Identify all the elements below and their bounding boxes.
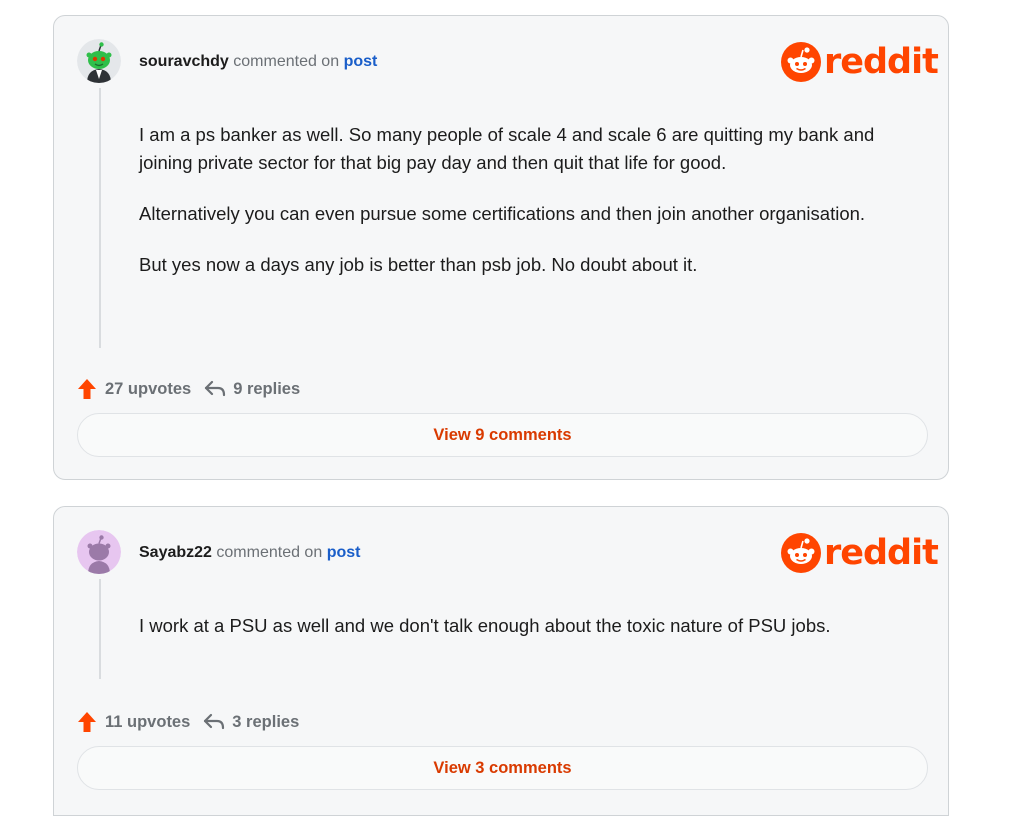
comment-body: I work at a PSU as well and we don't tal… — [139, 612, 929, 663]
upvote-count: 11 upvotes — [105, 712, 191, 731]
reply-count: 9 replies — [233, 379, 301, 398]
reddit-logo[interactable]: reddit — [781, 533, 939, 573]
upvote-arrow-icon[interactable] — [77, 378, 97, 400]
action-text: commented on — [216, 544, 323, 561]
logo-text: reddit — [824, 533, 939, 573]
reddit-snoo-icon — [781, 533, 821, 573]
comment-card: souravchdy commented on post reddit I am… — [53, 15, 949, 480]
avatar[interactable] — [77, 530, 121, 574]
upvote-count: 27 upvotes — [105, 379, 192, 398]
reddit-snoo-icon — [781, 42, 821, 82]
username-link[interactable]: Sayabz22 — [139, 544, 212, 561]
comment-paragraph: But yes now a days any job is better tha… — [139, 254, 698, 275]
comment-card: Sayabz22 commented on post reddit I work… — [53, 506, 949, 816]
logo-text: reddit — [824, 42, 939, 82]
action-text: commented on — [233, 53, 340, 70]
comment-meta: 27 upvotes 9 replies — [77, 378, 300, 400]
reply-count: 3 replies — [232, 712, 300, 731]
comment-header: souravchdy commented on post — [139, 53, 377, 71]
snoo-green-avatar-icon — [77, 39, 121, 83]
comment-body: I am a ps banker as well. So many people… — [139, 121, 929, 302]
upvote-arrow-icon[interactable] — [77, 711, 97, 733]
reply-arrow-icon[interactable] — [202, 713, 226, 731]
comment-paragraph: Alternatively you can even pursue some c… — [139, 203, 866, 224]
comment-paragraph: I am a ps banker as well. So many people… — [139, 124, 875, 173]
thread-line — [99, 88, 101, 348]
post-link[interactable]: post — [344, 53, 378, 70]
snoo-purple-avatar-icon — [77, 530, 121, 574]
username-link[interactable]: souravchdy — [139, 53, 229, 70]
reddit-logo[interactable]: reddit — [781, 42, 939, 82]
comment-meta: 11 upvotes 3 replies — [77, 711, 299, 733]
comment-paragraph: I work at a PSU as well and we don't tal… — [139, 615, 831, 636]
avatar[interactable] — [77, 39, 121, 83]
reply-arrow-icon[interactable] — [203, 380, 227, 398]
thread-line — [99, 579, 101, 679]
view-comments-button[interactable]: View 9 comments — [77, 413, 928, 457]
comment-header: Sayabz22 commented on post — [139, 544, 360, 562]
post-link[interactable]: post — [327, 544, 361, 561]
view-comments-button[interactable]: View 3 comments — [77, 746, 928, 790]
